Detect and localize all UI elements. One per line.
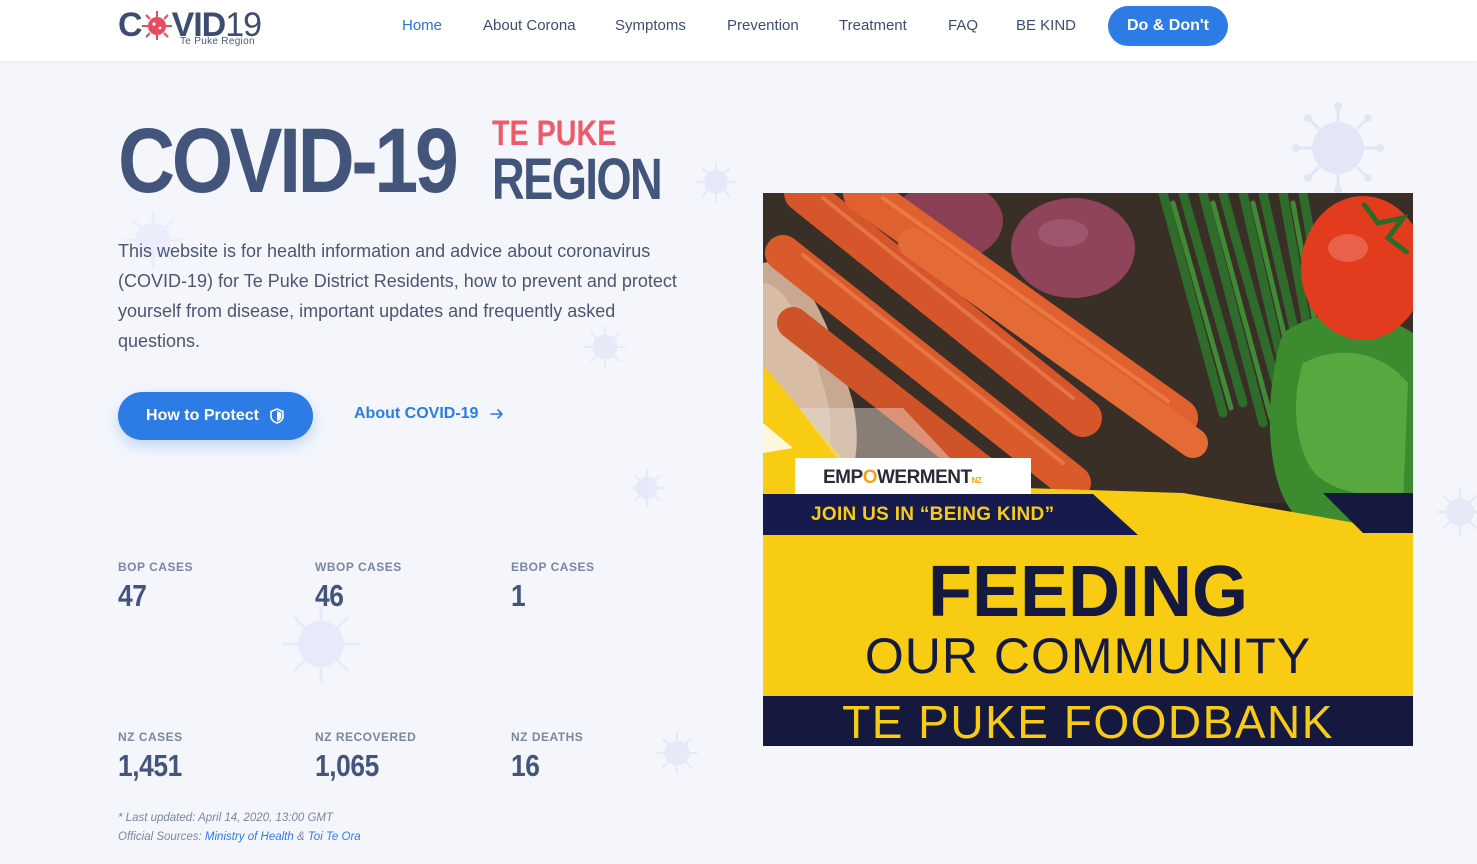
last-updated-text: * Last updated: April 14, 2020, 13:00 GM…	[118, 812, 334, 824]
site-logo[interactable]: C VID19 Te Puke Region	[118, 6, 268, 50]
hero-region-label: REGION	[492, 147, 663, 212]
how-to-protect-label: How to Protect	[146, 407, 259, 424]
nav-treatment[interactable]: Treatment	[839, 17, 907, 34]
nav-prevention[interactable]: Prevention	[727, 17, 799, 34]
virus-decoration-icon	[628, 469, 666, 507]
shield-icon	[270, 408, 284, 424]
stat-value: 16	[511, 748, 540, 783]
empowerment-logo: EMPOWERMENTNZ	[823, 467, 982, 488]
toi-te-ora-link[interactable]: Toi Te Ora	[308, 831, 361, 843]
nav-home[interactable]: Home	[402, 17, 442, 34]
nav-be-kind[interactable]: BE KIND	[1016, 17, 1076, 34]
about-covid-link[interactable]: About COVID-19	[354, 405, 504, 423]
how-to-protect-button[interactable]: How to Protect	[118, 392, 313, 440]
do-and-dont-button[interactable]: Do & Don't	[1108, 6, 1228, 46]
stat-nz-cases: NZ CASES 1,451	[118, 730, 298, 784]
stat-bop-cases: BOP CASES 47	[118, 560, 298, 614]
about-covid-label: About COVID-19	[354, 405, 479, 422]
official-sources: Official Sources: Ministry of Health & T…	[118, 831, 361, 843]
stat-value: 47	[118, 578, 147, 613]
stat-wbop-cases: WBOP CASES 46	[315, 560, 495, 614]
virus-logo-icon	[142, 11, 172, 40]
stat-label: NZ CASES	[118, 730, 183, 744]
hero-title: COVID-19	[118, 110, 459, 212]
stat-label: NZ RECOVERED	[315, 730, 417, 744]
stat-label: EBOP CASES	[511, 560, 595, 574]
nav-about-corona[interactable]: About Corona	[483, 17, 576, 34]
stats-footnote: * Last updated: April 14, 2020, 13:00 GM…	[118, 809, 361, 847]
hero-description: This website is for health information a…	[118, 241, 677, 351]
banner-headline: FEEDING	[927, 552, 1249, 632]
stat-nz-recovered: NZ RECOVERED 1,065	[315, 730, 495, 784]
banner-tagline: JOIN US IN “BEING KIND”	[811, 504, 1055, 525]
foodbank-banner-image[interactable]: EMPOWERMENTNZ JOIN US IN “BEING KIND” FE…	[763, 193, 1413, 746]
virus-decoration-icon	[696, 162, 736, 202]
virus-decoration-icon	[1292, 102, 1384, 194]
stat-label: WBOP CASES	[315, 560, 402, 574]
virus-decoration-icon	[1436, 488, 1477, 536]
stat-nz-deaths: NZ DEATHS 16	[511, 730, 691, 784]
logo-subtitle: Te Puke Region	[180, 36, 255, 47]
stat-value: 46	[315, 578, 344, 613]
site-header: C VID19 Te Puke Region Home About Corona …	[0, 0, 1477, 61]
stat-value: 1,065	[315, 748, 379, 783]
stat-label: NZ DEATHS	[511, 730, 584, 744]
stat-label: BOP CASES	[118, 560, 193, 574]
stat-ebop-cases: EBOP CASES 1	[511, 560, 691, 614]
banner-subheadline: OUR COMMUNITY	[864, 628, 1312, 684]
arrow-right-icon	[490, 409, 504, 419]
stat-value: 1,451	[118, 748, 182, 783]
stat-value: 1	[511, 578, 526, 613]
ministry-of-health-link[interactable]: Ministry of Health	[205, 831, 294, 843]
banner-footer-text: TE PUKE FOODBANK	[842, 696, 1334, 746]
nav-symptoms[interactable]: Symptoms	[615, 17, 686, 34]
nav-faq[interactable]: FAQ	[948, 17, 978, 34]
